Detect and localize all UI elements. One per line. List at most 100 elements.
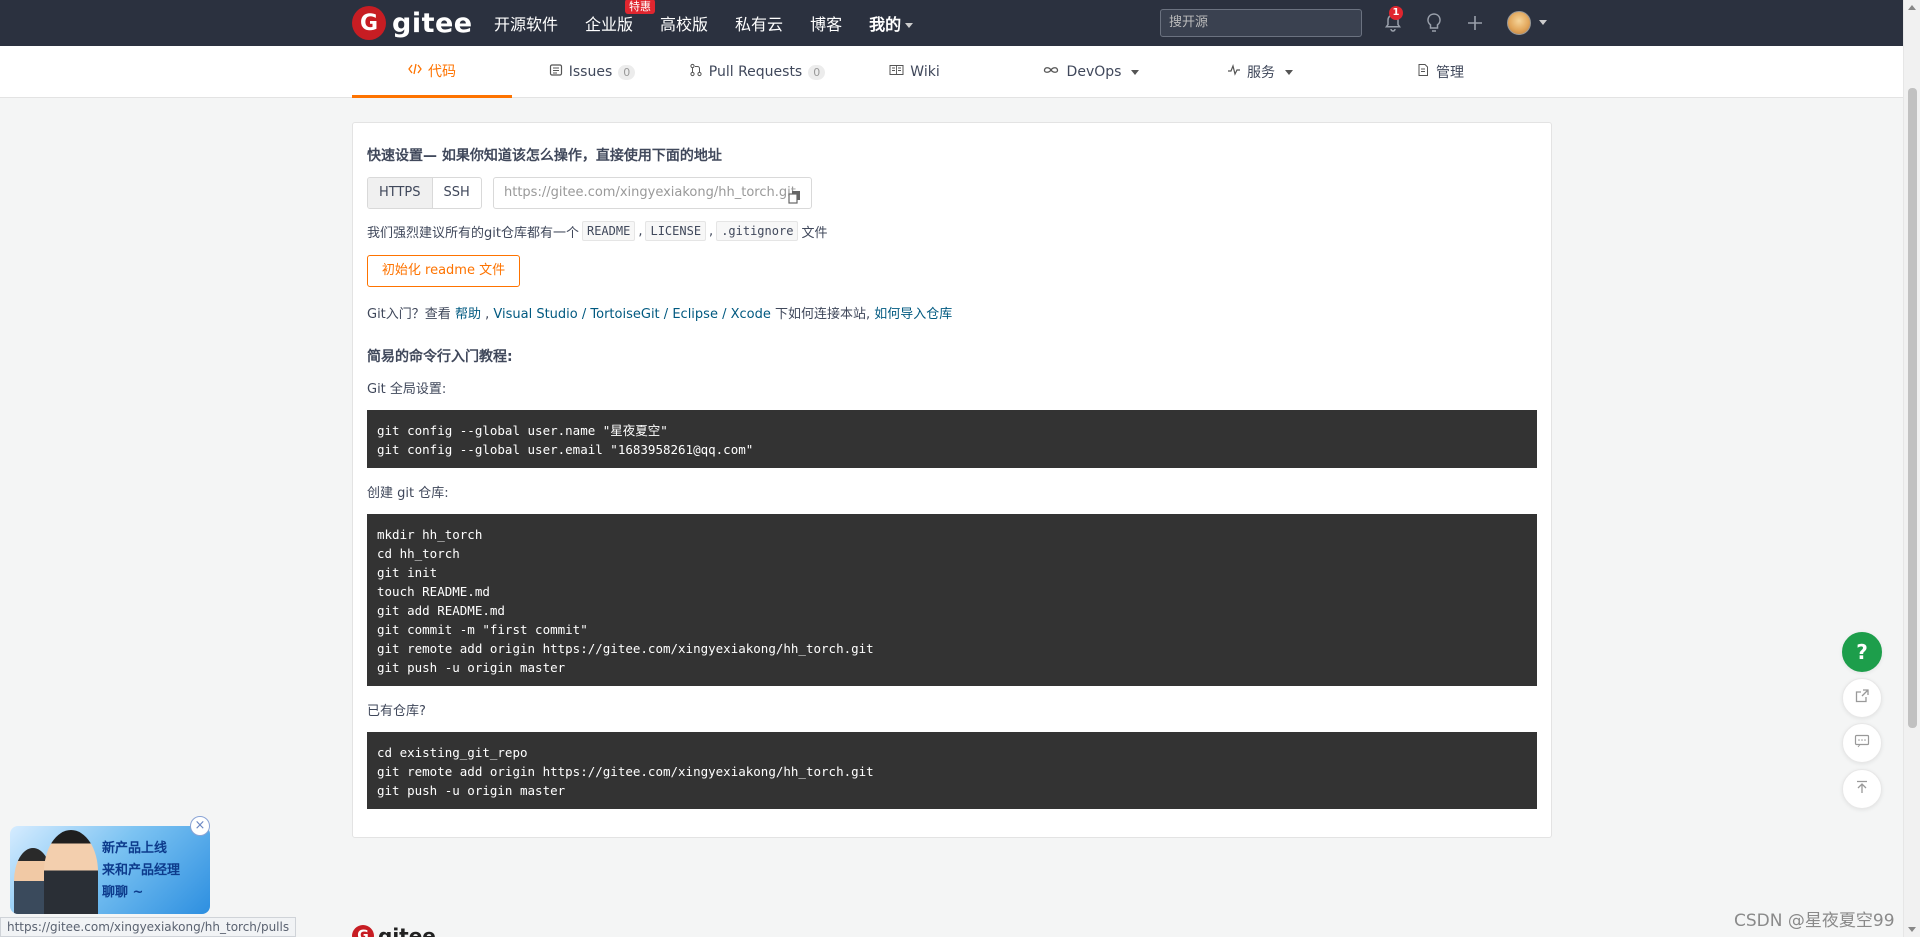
chevron-down-icon [905,23,914,28]
readme-file-tag: README [581,221,636,241]
eclipse-link[interactable]: Eclipse [672,307,718,322]
tortoisegit-link[interactable]: TortoiseGit [590,307,659,322]
ssh-button[interactable]: SSH [433,178,481,208]
init-readme-button[interactable]: 初始化 readme 文件 [367,255,520,287]
top-navbar: G gitee 开源软件 企业版 特惠 高校版 私有云 博客 我的 搜开源 1 [0,0,1903,46]
comma-separator: , [485,307,490,322]
message-icon [1854,733,1870,753]
plus-icon[interactable] [1463,11,1487,35]
recommend-prefix: 我们强烈建议所有的git仓库都有一个 [367,225,579,241]
arrow-up-icon [1854,779,1870,799]
xcode-link[interactable]: Xcode [731,307,771,322]
main-nav: 开源软件 企业版 特惠 高校版 私有云 博客 我的 [494,0,940,46]
git-help-line: Git入门？查看 帮助 , Visual Studio / TortoiseGi… [367,303,952,322]
promo-person-image [44,830,98,914]
tab-code[interactable]: 代码 [352,46,512,98]
tab-issues-label: Issues [568,64,613,80]
tab-services-label: 服务 [1247,65,1275,81]
help-middle-text: 下如何连接本站, [775,307,871,322]
gitee-logo-icon: G [352,925,374,937]
create-repo-label: 创建 git 仓库: [367,486,449,501]
nav-mine-label: 我的 [869,15,902,34]
footer-logo-text: gitee [378,924,436,937]
gitee-logo-icon: G [352,6,386,40]
nav-open-source[interactable]: 开源软件 [494,11,558,35]
pull-requests-count-badge: 0 [808,64,826,80]
repo-tab-bar: 代码 Issues 0 Pull Requests 0 Wiki DevOps … [0,46,1903,98]
issues-icon [549,63,563,81]
promo-line: 来和产品经理 [102,863,181,878]
nav-enterprise[interactable]: 企业版 特惠 [585,0,656,35]
promo-line: 聊聊 ~ [102,885,144,900]
tab-manage-label: 管理 [1436,65,1464,81]
footer-logo[interactable]: G gitee [352,924,436,937]
nav-blog[interactable]: 博客 [810,11,842,35]
slash-separator: / [663,307,669,322]
back-to-top-button[interactable] [1842,769,1882,809]
tab-manage[interactable]: 管理 [1360,46,1520,98]
quick-setup-panel: 快速设置— 如果你知道该怎么操作，直接使用下面的地址 HTTPS SSH htt… [352,122,1552,838]
recommend-suffix: 文件 [801,225,828,241]
cli-tutorial-title: 简易的命令行入门教程: [367,349,513,365]
slash-separator: / [581,307,587,322]
existing-repo-label: 已有仓库? [367,704,426,719]
notification-count-badge: 1 [1389,6,1403,20]
nav-mine[interactable]: 我的 [869,11,914,35]
feedback-button[interactable] [1842,723,1882,763]
pull-request-icon [689,63,703,81]
chevron-down-icon [1131,69,1140,75]
scroll-down-icon[interactable] [1908,927,1916,932]
external-link-icon [1854,688,1870,708]
help-link[interactable]: 帮助 [455,307,481,322]
csdn-watermark: CSDN @星夜夏空99 [1734,911,1895,931]
global-settings-label: Git 全局设置: [367,382,447,397]
quick-setup-title: 快速设置— 如果你知道该怎么操作，直接使用下面的地址 [367,148,722,164]
create-repo-code-block: mkdir hh_torch cd hh_torch git init touc… [367,514,1537,686]
vertical-scrollbar[interactable] [1903,0,1920,937]
scrollbar-thumb[interactable] [1908,88,1917,728]
gitee-logo[interactable]: G gitee [352,6,473,40]
link-status-bar: https://gitee.com/xingyexiakong/hh_torch… [0,917,297,937]
infinity-icon [1041,63,1061,81]
scroll-up-icon[interactable] [1908,5,1916,10]
issues-count-badge: 0 [618,64,636,80]
tab-pull-requests-label: Pull Requests [708,64,803,80]
nav-enterprise-label: 企业版 [585,15,634,34]
promo-banner[interactable]: 新产品上线 来和产品经理 聊聊 ~ [10,826,210,914]
tab-pull-requests[interactable]: Pull Requests 0 [672,46,842,98]
existing-repo-code-block: cd existing_git_repo git remote add orig… [367,732,1537,809]
share-button[interactable] [1842,678,1882,718]
gitignore-file-tag: .gitignore [716,221,799,241]
chevron-down-icon [1285,69,1293,75]
nav-private-cloud[interactable]: 私有云 [735,11,783,35]
copy-icon[interactable] [788,186,801,208]
tab-wiki-label: Wiki [910,64,940,80]
comma-separator: , [709,223,714,239]
hot-deal-badge: 特惠 [625,0,656,14]
promo-line: 新产品上线 [102,841,168,856]
tab-issues[interactable]: Issues 0 [512,46,672,98]
tab-devops[interactable]: DevOps [1010,46,1170,98]
code-icon [408,62,422,80]
license-file-tag: LICENSE [645,221,707,241]
close-icon[interactable]: × [190,816,210,836]
lightbulb-icon[interactable] [1422,11,1446,35]
import-repo-link[interactable]: 如何导入仓库 [874,307,952,322]
help-button[interactable]: ? [1842,632,1882,672]
global-settings-code-block: git config --global user.name "星夜夏空" git… [367,410,1537,468]
https-button[interactable]: HTTPS [368,178,433,208]
search-input[interactable]: 搜开源 [1160,9,1362,37]
comma-separator: , [638,223,643,239]
tab-services[interactable]: 服务 [1180,46,1340,98]
tab-devops-label: DevOps [1066,64,1122,80]
nav-education[interactable]: 高校版 [660,11,708,35]
recommend-files-text: 我们强烈建议所有的git仓库都有一个 README, LICENSE, .git… [367,221,827,241]
user-avatar[interactable] [1507,11,1531,35]
settings-doc-icon [1416,63,1430,81]
avatar-chevron-down-icon[interactable] [1539,20,1547,25]
visual-studio-link[interactable]: Visual Studio [493,307,577,322]
tab-wiki[interactable]: Wiki [842,46,987,98]
activity-icon [1227,63,1241,81]
clone-url-field[interactable]: https://gitee.com/xingyexiakong/hh_torch… [493,177,812,209]
tab-code-label: 代码 [428,63,456,80]
